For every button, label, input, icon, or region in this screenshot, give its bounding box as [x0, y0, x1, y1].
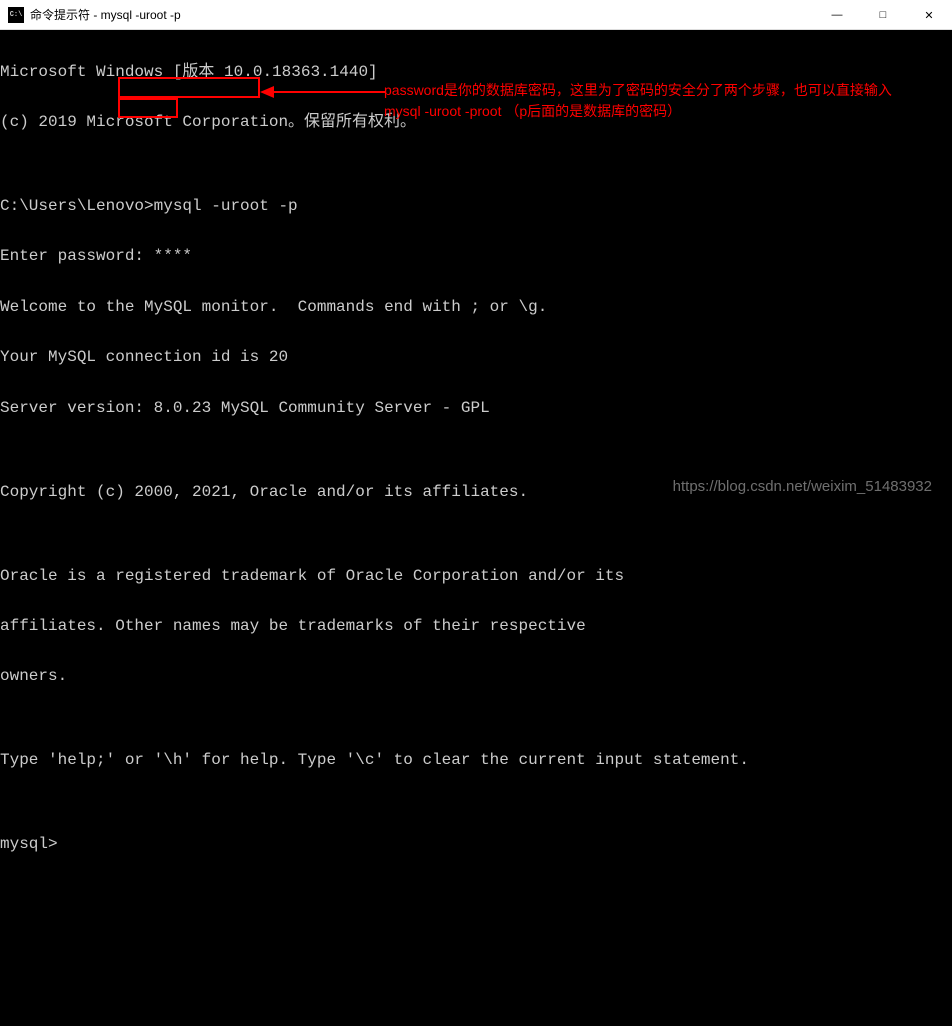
watermark-text: https://blog.csdn.net/weixim_51483932 [673, 479, 932, 495]
terminal-prompt: mysql> [0, 836, 952, 853]
terminal-line: Type 'help;' or '\h' for help. Type '\c'… [0, 752, 952, 769]
terminal-line: Your MySQL connection id is 20 [0, 349, 952, 366]
cmd-icon: C:\ [8, 7, 24, 23]
annotation-text-line1: password是你的数据库密码，这里为了密码的安全分了两个步骤，也可以直接输入 [384, 80, 892, 101]
terminal-line: owners. [0, 668, 952, 685]
terminal-line: Microsoft Windows [版本 10.0.18363.1440] [0, 64, 952, 81]
annotation-arrow [260, 78, 390, 102]
terminal-line: Server version: 8.0.23 MySQL Community S… [0, 400, 952, 417]
annotation-text-line2: mysql -uroot -proot （p后面的是数据库的密码） [384, 101, 892, 122]
terminal-line: Oracle is a registered trademark of Orac… [0, 568, 952, 585]
close-button[interactable]: ✕ [906, 0, 952, 30]
window-controls: — □ ✕ [814, 0, 952, 29]
window-title: 命令提示符 - mysql -uroot -p [30, 6, 181, 23]
terminal-line: C:\Users\Lenovo>mysql -uroot -p [0, 198, 952, 215]
title-bar: C:\ 命令提示符 - mysql -uroot -p — □ ✕ [0, 0, 952, 30]
terminal-line: Enter password: **** [0, 248, 952, 265]
terminal-line: Welcome to the MySQL monitor. Commands e… [0, 299, 952, 316]
terminal-line: affiliates. Other names may be trademark… [0, 618, 952, 635]
terminal-body[interactable]: Microsoft Windows [版本 10.0.18363.1440] (… [0, 30, 952, 513]
annotation-text: password是你的数据库密码，这里为了密码的安全分了两个步骤，也可以直接输入… [384, 80, 892, 122]
minimize-button[interactable]: — [814, 0, 860, 30]
maximize-button[interactable]: □ [860, 0, 906, 30]
